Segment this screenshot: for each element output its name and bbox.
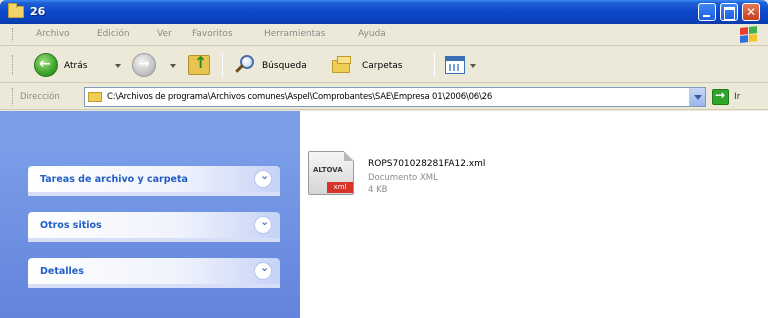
search-button-label[interactable]: Búsqueda xyxy=(262,61,307,71)
menu-grip[interactable] xyxy=(12,28,14,42)
file-name[interactable]: ROPS701028281FA12.xml xyxy=(368,159,485,169)
panel-detalles[interactable]: Detalles xyxy=(28,258,280,284)
address-label: Dirección xyxy=(20,92,60,102)
window-title: 26 xyxy=(30,5,46,18)
forward-arrow-icon[interactable] xyxy=(132,53,156,77)
file-type: Documento XML xyxy=(368,173,438,183)
panel-title[interactable]: Detalles xyxy=(40,266,84,277)
panel-otros-sitios[interactable]: Otros sitios xyxy=(28,212,280,238)
file-size: 4 KB xyxy=(368,185,388,195)
toolbar-separator xyxy=(434,53,435,77)
panel-title[interactable]: Otros sitios xyxy=(40,220,102,231)
folder-icon xyxy=(8,3,24,18)
forward-dropdown-icon[interactable] xyxy=(170,64,176,68)
menu-item-ver[interactable]: Ver xyxy=(157,29,172,39)
menu-bar: Archivo Edición Ver Favoritos Herramient… xyxy=(0,24,768,46)
address-grip[interactable] xyxy=(12,88,14,106)
folder-up-icon[interactable] xyxy=(188,53,210,75)
file-icon-brand: ALTOVA xyxy=(313,166,343,174)
views-icon[interactable] xyxy=(445,56,465,74)
panel-body xyxy=(28,238,280,242)
close-button[interactable] xyxy=(742,3,760,21)
toolbar: Atrás Búsqueda Carpetas xyxy=(0,47,768,83)
file-icon-ext: xml xyxy=(327,182,353,193)
chevron-down-icon[interactable] xyxy=(254,169,272,188)
go-button-label[interactable]: Ir xyxy=(734,92,740,102)
toolbar-separator xyxy=(222,53,223,77)
address-bar: Dirección C:\Archivos de programa\Archiv… xyxy=(0,84,768,110)
back-arrow-icon[interactable] xyxy=(34,53,58,77)
panel-tareas[interactable]: Tareas de archivo y carpeta xyxy=(28,166,280,192)
menu-item-ayuda[interactable]: Ayuda xyxy=(358,29,386,39)
folders-icon[interactable] xyxy=(332,56,354,74)
chevron-down-icon[interactable] xyxy=(254,215,272,234)
panel-body xyxy=(28,284,280,288)
xml-file-icon[interactable]: ALTOVA xml xyxy=(308,151,354,195)
go-arrow-icon[interactable] xyxy=(712,88,729,105)
address-dropdown-button[interactable] xyxy=(689,88,705,106)
minimize-button[interactable] xyxy=(698,3,716,21)
file-list[interactable]: ALTOVA xml ROPS701028281FA12.xml Documen… xyxy=(300,111,768,318)
title-bar[interactable]: 26 xyxy=(0,0,768,24)
menu-item-edicion[interactable]: Edición xyxy=(97,29,130,39)
menu-item-favoritos[interactable]: Favoritos xyxy=(192,29,233,39)
maximize-button[interactable] xyxy=(720,3,738,21)
task-pane-top xyxy=(0,111,300,146)
windows-logo-icon xyxy=(740,26,758,44)
toolbar-grip[interactable] xyxy=(12,55,14,75)
panel-body xyxy=(28,192,280,196)
panel-title[interactable]: Tareas de archivo y carpeta xyxy=(40,174,188,185)
back-dropdown-icon[interactable] xyxy=(115,64,121,68)
folder-icon xyxy=(88,92,102,102)
search-icon[interactable] xyxy=(234,55,256,77)
address-path[interactable]: C:\Archivos de programa\Archivos comunes… xyxy=(107,92,677,102)
address-field[interactable]: C:\Archivos de programa\Archivos comunes… xyxy=(84,87,706,107)
chevron-down-icon[interactable] xyxy=(254,261,272,280)
menu-item-herramientas[interactable]: Herramientas xyxy=(264,29,325,39)
menu-item-archivo[interactable]: Archivo xyxy=(36,29,70,39)
views-dropdown-icon[interactable] xyxy=(470,64,476,68)
back-button-label[interactable]: Atrás xyxy=(64,61,87,71)
folders-button-label[interactable]: Carpetas xyxy=(362,61,402,71)
